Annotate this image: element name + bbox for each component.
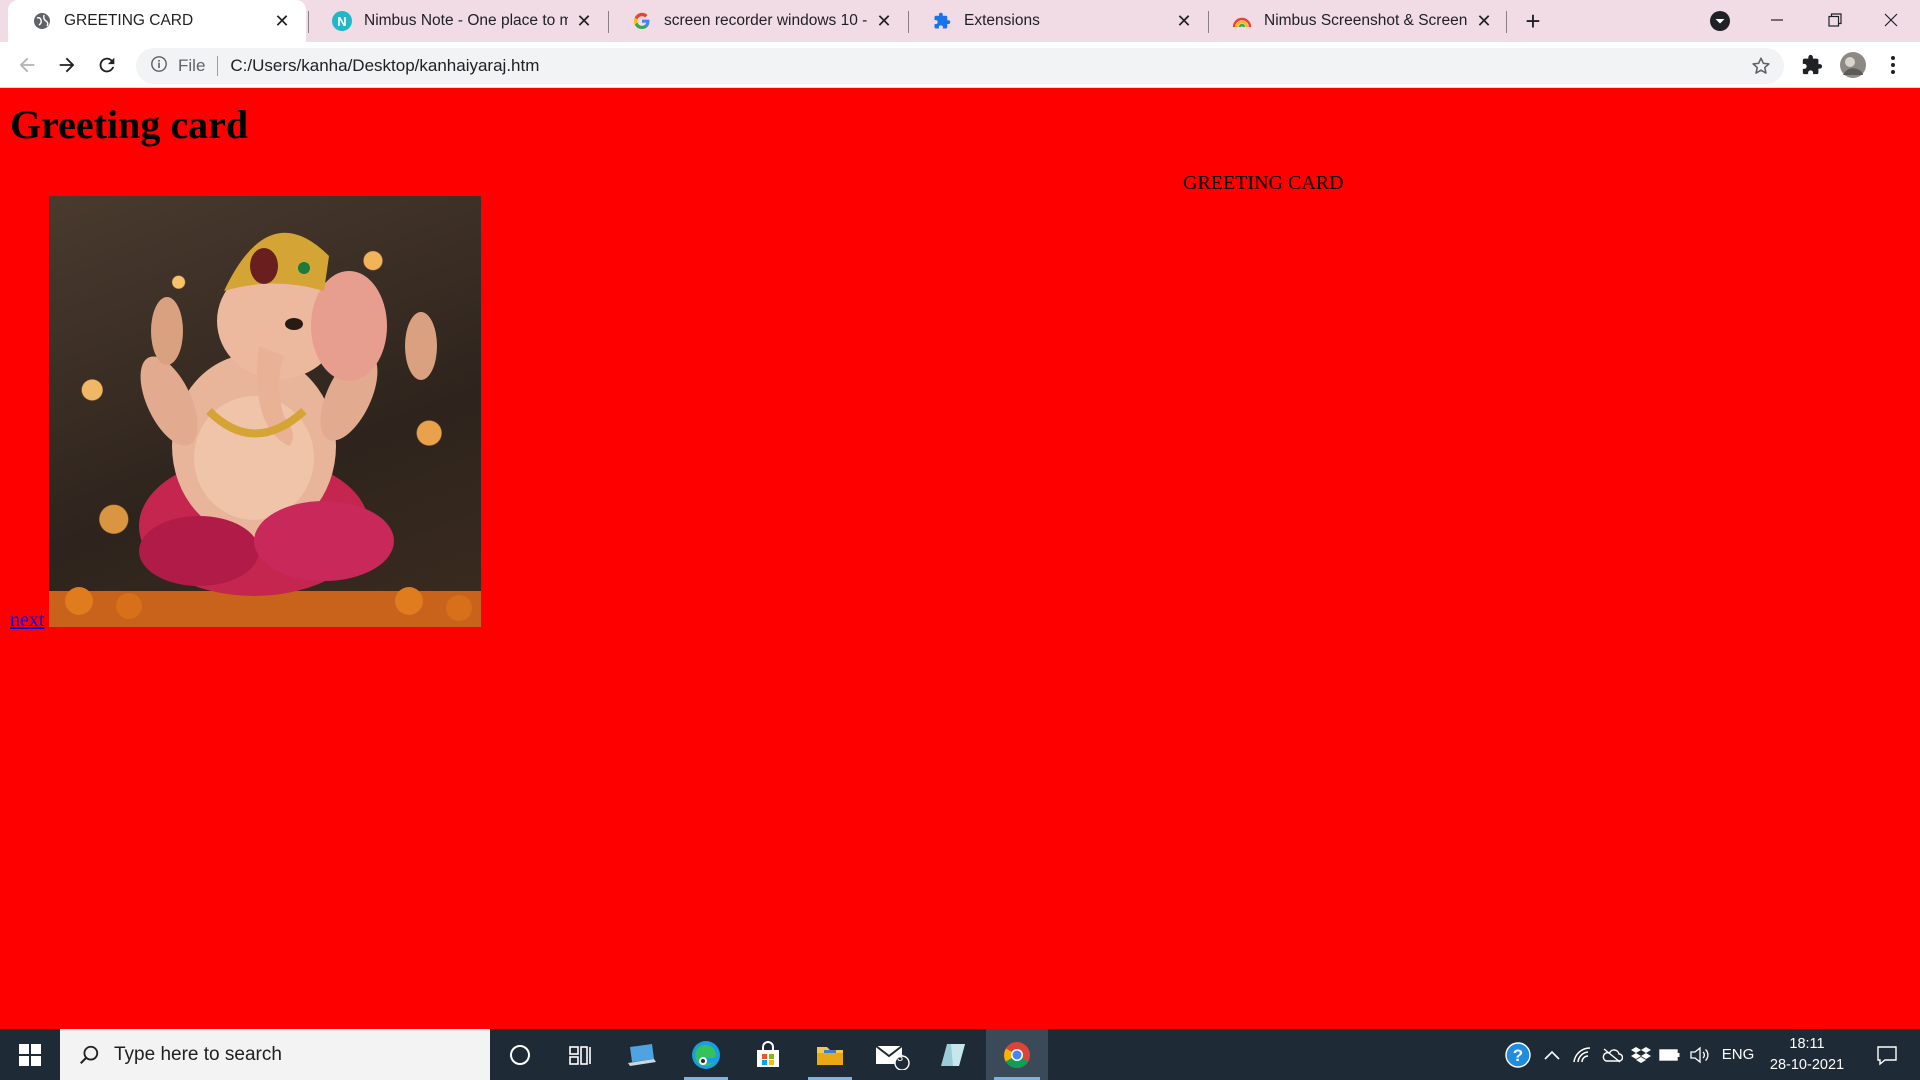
mail-badge: 3	[897, 1052, 904, 1064]
search-placeholder: Type here to search	[114, 1043, 282, 1065]
store-bag-icon	[757, 1040, 779, 1067]
forward-button[interactable]	[52, 50, 82, 80]
taskbar-search-box[interactable]: Type here to search	[60, 1029, 490, 1080]
close-icon[interactable]: ✕	[1174, 11, 1194, 31]
close-icon	[1884, 13, 1898, 27]
avatar-icon	[1840, 52, 1866, 78]
chevron-down-icon	[1710, 11, 1730, 31]
google-icon	[632, 11, 652, 31]
new-tab-button[interactable]: +	[1518, 6, 1548, 36]
laptop-app-icon	[628, 1043, 656, 1066]
notification-icon	[1877, 1045, 1897, 1065]
onedrive-icon[interactable]	[1598, 1029, 1626, 1080]
taskbar: Type here to search 3 ? ENG 18:11 28-10-…	[0, 1029, 1920, 1080]
divider	[217, 56, 219, 76]
tab-title: screen recorder windows 10 - Go	[664, 12, 868, 29]
tab-nimbus-note[interactable]: N Nimbus Note - One place to man ✕	[308, 0, 608, 42]
volume-icon[interactable]	[1686, 1029, 1714, 1080]
tab-divider	[1506, 11, 1507, 33]
restore-icon	[1828, 13, 1842, 27]
address-bar[interactable]: File C:/Users/kanha/Desktop/kanhaiyaraj.…	[136, 48, 1784, 84]
globe-icon	[32, 11, 52, 31]
taskbar-app-mail[interactable]: 3	[862, 1029, 922, 1080]
cortana-button[interactable]	[490, 1029, 550, 1080]
more-vertical-icon	[1891, 56, 1895, 74]
back-arrow-icon	[19, 57, 35, 73]
svg-text:?: ?	[1513, 1046, 1523, 1065]
close-icon[interactable]: ✕	[574, 11, 594, 31]
tab-search-button[interactable]	[1708, 9, 1732, 33]
folder-icon	[817, 1046, 843, 1065]
taskbar-app-store[interactable]	[738, 1029, 798, 1080]
taskbar-app-notes[interactable]	[924, 1029, 984, 1080]
network-icon[interactable]	[1568, 1029, 1596, 1080]
search-icon	[80, 1045, 99, 1064]
tab-screen-recorder-search[interactable]: screen recorder windows 10 - Go ✕	[608, 0, 908, 42]
tab-title: Nimbus Note - One place to man	[364, 12, 568, 29]
forward-arrow-icon	[59, 57, 75, 73]
tab-nimbus-screenshot[interactable]: Nimbus Screenshot & Screen Vid ✕	[1208, 0, 1508, 42]
clock-date: 28-10-2021	[1769, 1056, 1845, 1073]
system-clock[interactable]: 18:11 28-10-2021	[1762, 1029, 1852, 1080]
dropbox-icon[interactable]	[1628, 1029, 1654, 1080]
edge-browser-icon	[692, 1040, 720, 1069]
taskbar-app-edge[interactable]	[676, 1029, 736, 1080]
menu-button[interactable]	[1878, 50, 1908, 80]
extensions-button[interactable]	[1797, 50, 1827, 80]
url-scheme: File	[178, 56, 206, 75]
cortana-circle-icon	[510, 1044, 530, 1065]
clock-time: 18:11	[1789, 1035, 1825, 1052]
page-heading: Greeting card	[10, 102, 249, 147]
help-icon[interactable]: ?	[1502, 1029, 1534, 1080]
url-text[interactable]: C:/Users/kanha/Desktop/kanhaiyaraj.htm	[230, 56, 539, 76]
browser-toolbar: File C:/Users/kanha/Desktop/kanhaiyaraj.…	[0, 42, 1920, 88]
close-window-button[interactable]	[1862, 0, 1920, 40]
close-icon[interactable]: ✕	[1474, 11, 1494, 31]
svg-text:N: N	[337, 14, 346, 29]
restore-button[interactable]	[1806, 0, 1864, 40]
page-content: Greeting card GREETING CARD next	[0, 89, 1920, 1029]
notepad-icon	[941, 1043, 965, 1066]
taskbar-app-presentation[interactable]	[612, 1029, 672, 1080]
action-center-button[interactable]	[1862, 1029, 1912, 1080]
nimbus-screenshot-icon	[1232, 11, 1252, 31]
minimize-icon	[1771, 19, 1783, 21]
minimize-button[interactable]	[1748, 0, 1806, 40]
start-button[interactable]	[0, 1029, 60, 1080]
close-icon[interactable]: ✕	[272, 11, 292, 31]
next-link[interactable]: next	[10, 609, 44, 632]
chrome-icon	[1004, 1041, 1030, 1068]
bookmark-star-icon[interactable]	[1750, 55, 1772, 77]
tab-title: GREETING CARD	[64, 12, 194, 29]
task-view-icon	[569, 1045, 591, 1065]
info-icon[interactable]	[150, 55, 168, 78]
taskbar-app-chrome[interactable]	[986, 1029, 1048, 1080]
profile-avatar[interactable]	[1838, 50, 1868, 80]
reload-button[interactable]	[92, 50, 122, 80]
windows-logo-icon	[19, 1043, 41, 1066]
back-button[interactable]	[12, 50, 42, 80]
tab-greeting-card[interactable]: GREETING CARD ✕	[8, 0, 306, 42]
chevron-up-icon[interactable]	[1538, 1029, 1566, 1080]
tab-title: Nimbus Screenshot & Screen Vid	[1264, 12, 1468, 29]
taskbar-app-file-explorer[interactable]	[800, 1029, 860, 1080]
battery-icon[interactable]	[1656, 1029, 1684, 1080]
ganesha-image	[49, 196, 481, 627]
puzzle-icon	[932, 11, 952, 31]
tab-title: Extensions	[964, 12, 1040, 29]
mail-icon	[875, 1044, 910, 1070]
nimbus-note-icon: N	[332, 11, 352, 31]
reload-icon	[99, 57, 115, 73]
puzzle-icon	[1802, 54, 1823, 75]
tab-strip: GREETING CARD ✕ N Nimbus Note - One plac…	[0, 0, 1920, 42]
scrolling-marquee: GREETING CARD	[1183, 172, 1344, 194]
language-indicator[interactable]: ENG	[1718, 1029, 1758, 1080]
close-icon[interactable]: ✕	[874, 11, 894, 31]
tab-extensions[interactable]: Extensions ✕	[908, 0, 1208, 42]
task-view-button[interactable]	[550, 1029, 610, 1080]
